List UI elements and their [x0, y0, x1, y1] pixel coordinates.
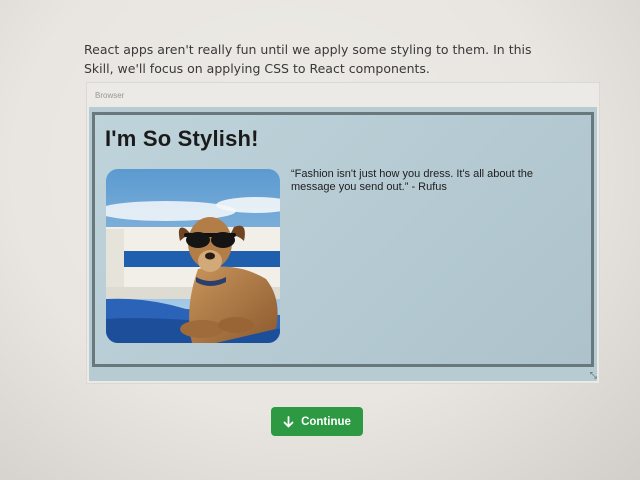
arrow-down-icon	[283, 415, 294, 428]
app-heading: I'm So Stylish!	[105, 126, 259, 151]
browser-viewport: I'm So Stylish! “Fashion isn't just how …	[89, 107, 597, 381]
browser-tab-label: Browser	[95, 91, 125, 100]
continue-button-label: Continue	[301, 415, 351, 428]
quote-text: “Fashion isn't just how you dress. It's …	[291, 168, 534, 193]
browser-preview: Browser I'm So Stylish! “Fashion isn't j…	[86, 82, 600, 384]
continue-button[interactable]: Continue	[271, 407, 363, 436]
dog-photo	[106, 169, 280, 343]
skill-intro-text: React apps aren't really fun until we ap…	[84, 42, 532, 76]
app-container: I'm So Stylish! “Fashion isn't just how …	[92, 112, 594, 367]
resize-grip-icon[interactable]: ⤡	[590, 371, 597, 380]
